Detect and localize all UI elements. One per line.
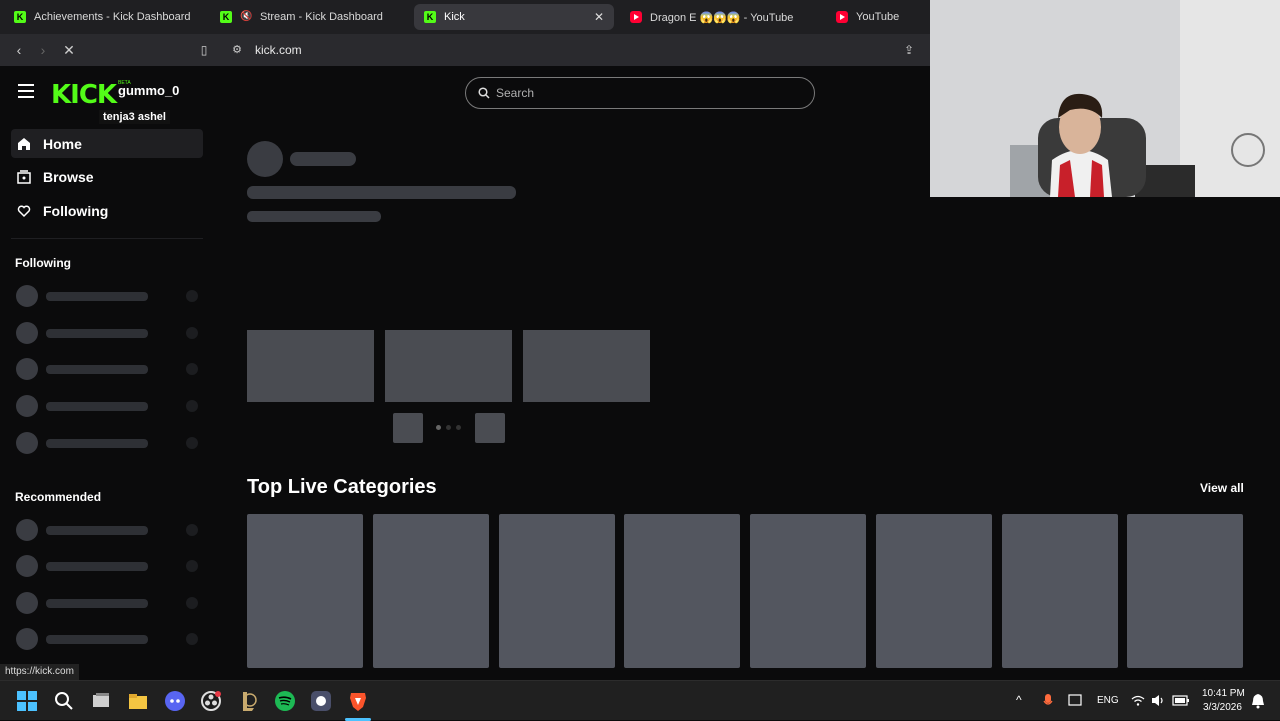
discord-icon[interactable] — [164, 690, 186, 712]
share-icon[interactable]: ⇪ — [900, 41, 918, 59]
tab-label: YouTube — [856, 11, 900, 23]
kick-icon: K — [14, 11, 26, 23]
youtube-icon — [836, 11, 848, 23]
tab-label: Dragon E 😱😱😱 - YouTube — [650, 11, 794, 24]
league-client-icon[interactable] — [237, 690, 259, 712]
heart-icon — [17, 204, 31, 217]
volume-icon[interactable] — [1151, 694, 1165, 707]
kick-icon: K — [424, 11, 436, 23]
tab-label: Stream - Kick Dashboard — [260, 11, 383, 23]
url-field[interactable]: kick.com — [255, 43, 302, 57]
recommended-heading: Recommended — [15, 490, 102, 504]
site-settings-icon[interactable]: ⚙ — [228, 41, 246, 59]
skeleton-thumbnail — [247, 330, 374, 402]
skeleton-channel — [16, 395, 200, 417]
skeleton-channel — [16, 555, 200, 577]
close-icon[interactable]: ✕ — [594, 10, 604, 24]
carousel-dot[interactable] — [446, 425, 451, 430]
skeleton-avatar — [247, 141, 283, 177]
windows-start-icon[interactable] — [16, 690, 38, 712]
status-url: https://kick.com — [0, 664, 79, 680]
browse-icon — [17, 169, 31, 184]
spotify-icon[interactable] — [274, 690, 296, 712]
home-icon — [18, 137, 30, 150]
category-card[interactable] — [373, 514, 489, 668]
tab-youtube[interactable]: YouTube — [826, 4, 926, 30]
skeleton-channel — [16, 519, 200, 541]
skeleton-channel — [16, 432, 200, 454]
carousel-dot[interactable] — [436, 425, 441, 430]
category-card[interactable] — [876, 514, 992, 668]
language-indicator[interactable]: ENG — [1097, 695, 1119, 706]
carousel-dot[interactable] — [456, 425, 461, 430]
menu-icon[interactable] — [18, 84, 34, 98]
overlay-username: gummo_0 — [118, 83, 180, 98]
back-icon[interactable]: ‹ — [10, 41, 28, 59]
view-all-link[interactable]: View all — [1200, 481, 1244, 495]
category-card[interactable] — [499, 514, 615, 668]
section-title: Top Live Categories — [247, 476, 437, 498]
kick-logo[interactable]: KICK — [51, 80, 117, 110]
forward-icon[interactable]: › — [34, 41, 52, 59]
webcam-overlay — [930, 0, 1280, 197]
skeleton-channel — [16, 358, 200, 380]
steam-deck-icon[interactable] — [310, 690, 332, 712]
divider — [11, 238, 203, 239]
skeleton-channel — [16, 628, 200, 650]
sidebar-item-home[interactable]: Home — [11, 129, 203, 158]
tab-label: Kick — [444, 11, 465, 23]
tab-achievements[interactable]: K Achievements - Kick Dashboard — [4, 4, 210, 30]
carousel-prev-button[interactable] — [393, 413, 423, 443]
category-card[interactable] — [1002, 514, 1118, 668]
tab-stream[interactable]: K 🔇 Stream - Kick Dashboard — [210, 4, 410, 30]
youtube-icon — [630, 11, 642, 23]
skeleton-text — [247, 211, 381, 222]
skeleton-channel — [16, 592, 200, 614]
bookmark-icon[interactable]: ▯ — [195, 41, 213, 59]
brave-browser-icon[interactable] — [347, 690, 369, 712]
file-explorer-icon[interactable] — [127, 690, 149, 712]
sidebar-item-following[interactable]: Following — [11, 196, 203, 225]
microphone-icon[interactable] — [1043, 693, 1053, 709]
clock-date[interactable]: 3/3/2026 — [1203, 702, 1242, 713]
following-heading: Following — [15, 256, 71, 270]
tab-label: Achievements - Kick Dashboard — [34, 11, 191, 23]
search-input[interactable] — [496, 86, 796, 100]
search-icon[interactable] — [53, 690, 75, 712]
search-icon — [478, 87, 490, 99]
category-card[interactable] — [750, 514, 866, 668]
category-card[interactable] — [1127, 514, 1243, 668]
tab-kick[interactable]: K Kick ✕ — [414, 4, 614, 30]
search-bar[interactable] — [465, 77, 815, 109]
skeleton-text — [290, 152, 356, 166]
category-card[interactable] — [624, 514, 740, 668]
skeleton-channel — [16, 285, 200, 307]
clock-time[interactable]: 10:41 PM — [1202, 688, 1245, 699]
taskbar: ^ ENG 10:41 PM 3/3/2026 — [0, 680, 1280, 721]
skeleton-text — [247, 186, 516, 199]
skeleton-channel — [16, 322, 200, 344]
battery-icon[interactable] — [1172, 694, 1190, 707]
sidebar-item-browse[interactable]: Browse — [11, 162, 203, 191]
keyboard-icon[interactable] — [1068, 694, 1082, 706]
carousel-next-button[interactable] — [475, 413, 505, 443]
obs-icon[interactable] — [200, 690, 222, 712]
tab-dragon-youtube[interactable]: Dragon E 😱😱😱 - YouTube — [620, 4, 810, 30]
wifi-icon[interactable] — [1131, 695, 1145, 706]
overlay-subtitle: tenja3 ashel — [99, 110, 170, 124]
webcam-person-image — [930, 0, 1280, 197]
sidebar-item-label: Home — [43, 135, 82, 152]
address-bar: ‹ › ✕ ▯ ⚙ kick.com ⇪ — [0, 34, 930, 66]
skeleton-thumbnail — [385, 330, 512, 402]
stop-icon[interactable]: ✕ — [60, 41, 78, 59]
muted-icon[interactable]: 🔇 — [240, 11, 252, 23]
sidebar-item-label: Browse — [43, 168, 94, 185]
notification-bell-icon[interactable] — [1251, 693, 1265, 709]
kick-icon: K — [220, 11, 232, 23]
sidebar-item-label: Following — [43, 202, 109, 219]
category-card[interactable] — [247, 514, 363, 668]
skeleton-thumbnail — [523, 330, 650, 402]
chevron-up-icon[interactable]: ^ — [1016, 693, 1022, 707]
task-view-icon[interactable] — [90, 690, 112, 712]
